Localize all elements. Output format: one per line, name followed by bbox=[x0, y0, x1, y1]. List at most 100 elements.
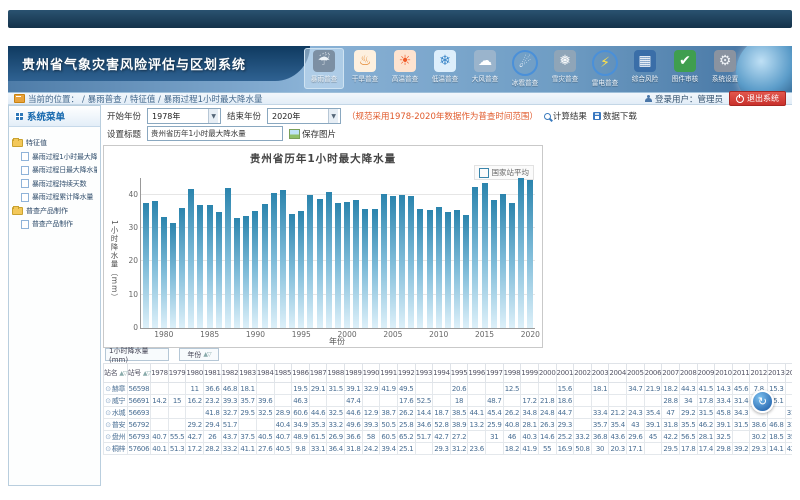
year-column-2014[interactable]: 2014 bbox=[785, 364, 792, 383]
year-column-2000[interactable]: 2000 bbox=[538, 364, 556, 383]
value-cell: 28.2 bbox=[204, 443, 222, 455]
high-temp-icon: ☀ bbox=[394, 50, 416, 72]
table-row-56598[interactable]: ⊙赫章565981136.646.818.119.529.131.539.132… bbox=[104, 383, 793, 395]
toolbar-item-10[interactable]: ✔图件审核 bbox=[666, 48, 704, 89]
toolbar-item-5[interactable]: ☁大风普查 bbox=[466, 48, 504, 89]
year-column-1992[interactable]: 1992 bbox=[397, 364, 415, 383]
year-column-2011[interactable]: 2011 bbox=[732, 364, 750, 383]
year-column-2009[interactable]: 2009 bbox=[697, 364, 715, 383]
station-icon[interactable]: ⊙ bbox=[105, 433, 111, 441]
bar-2006 bbox=[399, 195, 405, 328]
value-cell: 21.2 bbox=[609, 407, 627, 419]
year-column-1983[interactable]: 1983 bbox=[239, 364, 257, 383]
year-column-1990[interactable]: 1990 bbox=[362, 364, 380, 383]
toolbar-item-11[interactable]: ⚙系统设置 bbox=[706, 48, 744, 89]
set-title-label: 设置标题 bbox=[107, 128, 141, 140]
toolbar-item-1[interactable]: ☔暴雨普查 bbox=[304, 48, 344, 89]
toolbar-item-8[interactable]: ⚡雷电普查 bbox=[586, 48, 624, 89]
sidebar-item[interactable]: 暴雨过程日最大降水量 bbox=[21, 165, 97, 175]
year-column-1997[interactable]: 1997 bbox=[486, 364, 504, 383]
value-cell: 40.8 bbox=[503, 419, 521, 431]
sidebar-group-1[interactable]: 特征值 bbox=[12, 138, 97, 148]
year-column-2001[interactable]: 2001 bbox=[556, 364, 574, 383]
year-column-1982[interactable]: 1982 bbox=[221, 364, 239, 383]
year-column-2006[interactable]: 2006 bbox=[644, 364, 662, 383]
query-controls: 开始年份 1978年 ▼ 结束年份 2020年 ▼ （规范采用1978-2020… bbox=[107, 108, 637, 124]
year-column-2013[interactable]: 2013 bbox=[768, 364, 786, 383]
metric-chip[interactable]: 1小时降水量(mm) bbox=[105, 348, 169, 361]
station-icon[interactable]: ⊙ bbox=[105, 445, 111, 453]
station-name: 桐梓 bbox=[112, 445, 125, 453]
value-cell: 49.6 bbox=[345, 419, 363, 431]
toolbar-item-2[interactable]: ♨干旱普查 bbox=[346, 48, 384, 89]
toolbar-item-3[interactable]: ☀高温普查 bbox=[386, 48, 424, 89]
year-column-1988[interactable]: 1988 bbox=[327, 364, 345, 383]
year-column-1999[interactable]: 1999 bbox=[521, 364, 539, 383]
value-cell: 31 bbox=[486, 431, 504, 443]
value-cell: 34.3 bbox=[732, 407, 750, 419]
year-column-1985[interactable]: 1985 bbox=[274, 364, 292, 383]
year-column-1994[interactable]: 1994 bbox=[433, 364, 451, 383]
value-cell: 32.9 bbox=[362, 383, 380, 395]
table-row-56792[interactable]: ⊙普安5679229.229.451.740.434.935.333.249.6… bbox=[104, 419, 793, 431]
year-column-1991[interactable]: 1991 bbox=[380, 364, 398, 383]
year-column-2003[interactable]: 2003 bbox=[591, 364, 609, 383]
year-column-1998[interactable]: 1998 bbox=[503, 364, 521, 383]
table-row-57606[interactable]: ⊙桐梓5760640.151.317.228.233.241.127.640.5… bbox=[104, 443, 793, 455]
toolbar: ☔暴雨普查♨干旱普查☀高温普查❄低温普查☁大风普查☄冰雹普查❅雪灾普查⚡雷电普查… bbox=[304, 48, 744, 89]
station-icon[interactable]: ⊙ bbox=[105, 409, 111, 417]
year-column-2007[interactable]: 2007 bbox=[662, 364, 680, 383]
year-column-1995[interactable]: 1995 bbox=[450, 364, 468, 383]
sort-icons[interactable]: ▲▽ bbox=[119, 370, 126, 377]
table-row-56691[interactable]: ⊙威宁5669114.21516.223.239.335.739.646.347… bbox=[104, 395, 793, 407]
value-cell bbox=[574, 383, 592, 395]
year-column-2002[interactable]: 2002 bbox=[574, 364, 592, 383]
year-column-2008[interactable]: 2008 bbox=[679, 364, 697, 383]
year-column-1993[interactable]: 1993 bbox=[415, 364, 433, 383]
year-column-1984[interactable]: 1984 bbox=[256, 364, 274, 383]
year-column-2005[interactable]: 2005 bbox=[627, 364, 645, 383]
toolbar-item-6[interactable]: ☄冰雹普查 bbox=[506, 48, 544, 89]
save-image-button[interactable]: 保存图片 bbox=[289, 128, 336, 140]
sidebar-item[interactable]: 暴雨过程累计降水量 bbox=[21, 192, 97, 202]
sidebar-item[interactable]: 普查产品制作 bbox=[21, 219, 97, 229]
year-column-1986[interactable]: 1986 bbox=[292, 364, 310, 383]
sidebar-group-2[interactable]: 普查产品制作 bbox=[12, 206, 97, 216]
station-icon[interactable]: ⊙ bbox=[105, 397, 111, 405]
sidebar-item[interactable]: 暴雨过程持续天数 bbox=[21, 179, 97, 189]
download-button[interactable]: 数据下载 bbox=[593, 110, 637, 122]
year-column-1978[interactable]: 1978 bbox=[151, 364, 169, 383]
year-sort-chip[interactable]: 年份 ▲▽ bbox=[179, 348, 219, 361]
station-icon[interactable]: ⊙ bbox=[105, 421, 111, 429]
year-column-1980[interactable]: 1980 bbox=[186, 364, 204, 383]
start-year-select[interactable]: 1978年 ▼ bbox=[147, 108, 221, 124]
year-column-1989[interactable]: 1989 bbox=[345, 364, 363, 383]
sort-icons[interactable]: ▲▽ bbox=[143, 370, 150, 377]
year-column-1996[interactable]: 1996 bbox=[468, 364, 486, 383]
chart-title-input[interactable] bbox=[147, 126, 283, 141]
year-column-2012[interactable]: 2012 bbox=[750, 364, 768, 383]
toolbar-item-9[interactable]: ▦综合风险 bbox=[626, 48, 664, 89]
toolbar-item-4[interactable]: ❄低温普查 bbox=[426, 48, 464, 89]
station-icon[interactable]: ⊙ bbox=[105, 385, 111, 393]
calculate-button[interactable]: 计算结果 bbox=[544, 110, 587, 122]
year-column-2004[interactable]: 2004 bbox=[609, 364, 627, 383]
toolbar-item-label: 图件审核 bbox=[667, 74, 703, 84]
toolbar-item-label: 雷电普查 bbox=[587, 78, 623, 88]
year-column-1987[interactable]: 1987 bbox=[309, 364, 327, 383]
end-year-select[interactable]: 2020年 ▼ bbox=[267, 108, 341, 124]
value-cell: 34.8 bbox=[521, 407, 539, 419]
year-column-2010[interactable]: 2010 bbox=[715, 364, 733, 383]
column-header-站号[interactable]: 站号 ▲▽ bbox=[127, 364, 151, 383]
column-header-站名[interactable]: 站名 ▲▽ bbox=[104, 364, 128, 383]
value-cell: 36.6 bbox=[345, 431, 363, 443]
year-column-1979[interactable]: 1979 bbox=[168, 364, 186, 383]
logout-button[interactable]: 退出系统 bbox=[729, 91, 786, 106]
table-row-56793[interactable]: ⊙盘州5679340.755.542.72643.737.540.540.748… bbox=[104, 431, 793, 443]
bar-2009 bbox=[427, 210, 433, 328]
floating-refresh-button[interactable]: ↻ bbox=[751, 390, 774, 413]
year-column-1981[interactable]: 1981 bbox=[204, 364, 222, 383]
table-row-56693[interactable]: ⊙水城5669341.832.729.532.528.960.644.632.5… bbox=[104, 407, 793, 419]
toolbar-item-7[interactable]: ❅雪灾普查 bbox=[546, 48, 584, 89]
sidebar-item[interactable]: 暴雨过程1小时最大降水量 bbox=[21, 152, 97, 162]
